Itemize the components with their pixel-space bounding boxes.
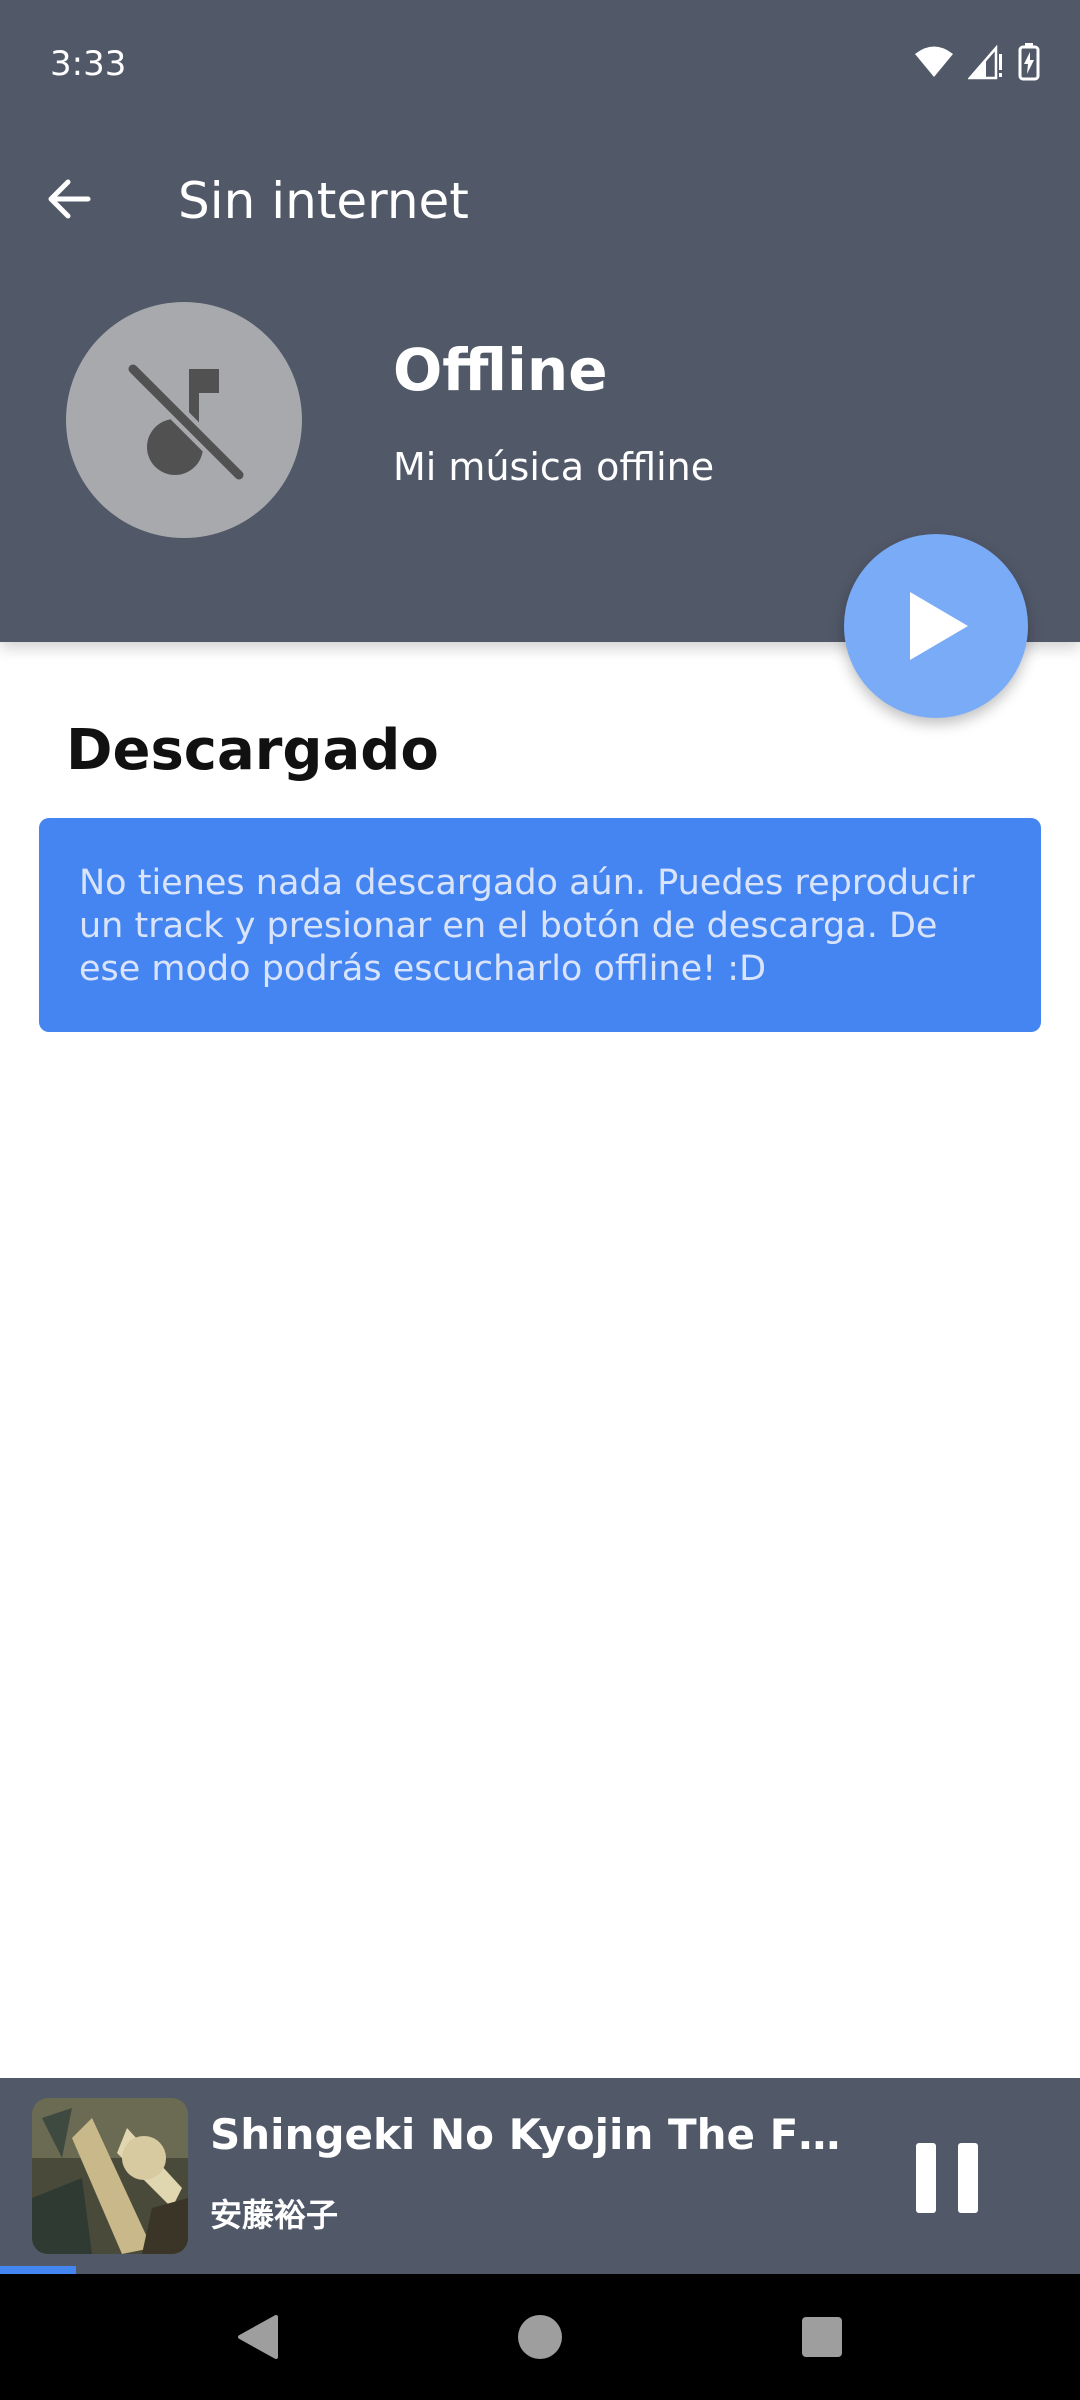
app-screen: 3:33 Sin internet Offline Mi música offl…	[0, 0, 1080, 2400]
back-button[interactable]	[36, 166, 102, 232]
status-time: 3:33	[50, 44, 127, 84]
arrow-back-icon	[48, 179, 91, 219]
playlist-description: Mi música offline	[393, 445, 715, 489]
home-circle-icon	[518, 2315, 562, 2359]
play-button[interactable]	[844, 534, 1028, 718]
battery-charging-icon	[1018, 42, 1040, 86]
recents-square-icon	[802, 2317, 842, 2357]
album-art[interactable]	[32, 2098, 188, 2254]
pause-icon	[916, 2143, 978, 2213]
section-title: Descargado	[66, 718, 439, 783]
empty-downloads-text: No tienes nada descargado aún. Puedes re…	[79, 863, 975, 989]
music-off-icon	[122, 358, 246, 482]
page-title: Sin internet	[178, 172, 469, 230]
playlist-name: Offline	[393, 336, 608, 404]
signal-icon	[967, 44, 1004, 85]
mini-player[interactable]: Shingeki No Kyojin The Final Season 安藤裕子	[0, 2078, 1080, 2274]
play-icon	[910, 592, 968, 660]
track-artist: 安藤裕子	[210, 2196, 339, 2234]
back-triangle-icon	[238, 2315, 278, 2359]
nav-home-button[interactable]	[480, 2274, 600, 2400]
playback-progress-fill	[0, 2266, 76, 2274]
playlist-cover	[66, 302, 302, 538]
nav-back-button[interactable]	[198, 2274, 318, 2400]
status-bar: 3:33	[0, 0, 1080, 126]
wifi-icon	[914, 45, 954, 84]
playback-progress-bar[interactable]	[0, 2266, 1080, 2274]
track-title: Shingeki No Kyojin The Final Season	[210, 2110, 850, 2159]
nav-recents-button[interactable]	[762, 2274, 882, 2400]
pause-button[interactable]	[916, 2130, 978, 2226]
system-navigation-bar	[0, 2274, 1080, 2400]
status-icons	[914, 40, 1040, 88]
empty-downloads-message: No tienes nada descargado aún. Puedes re…	[39, 818, 1041, 1032]
